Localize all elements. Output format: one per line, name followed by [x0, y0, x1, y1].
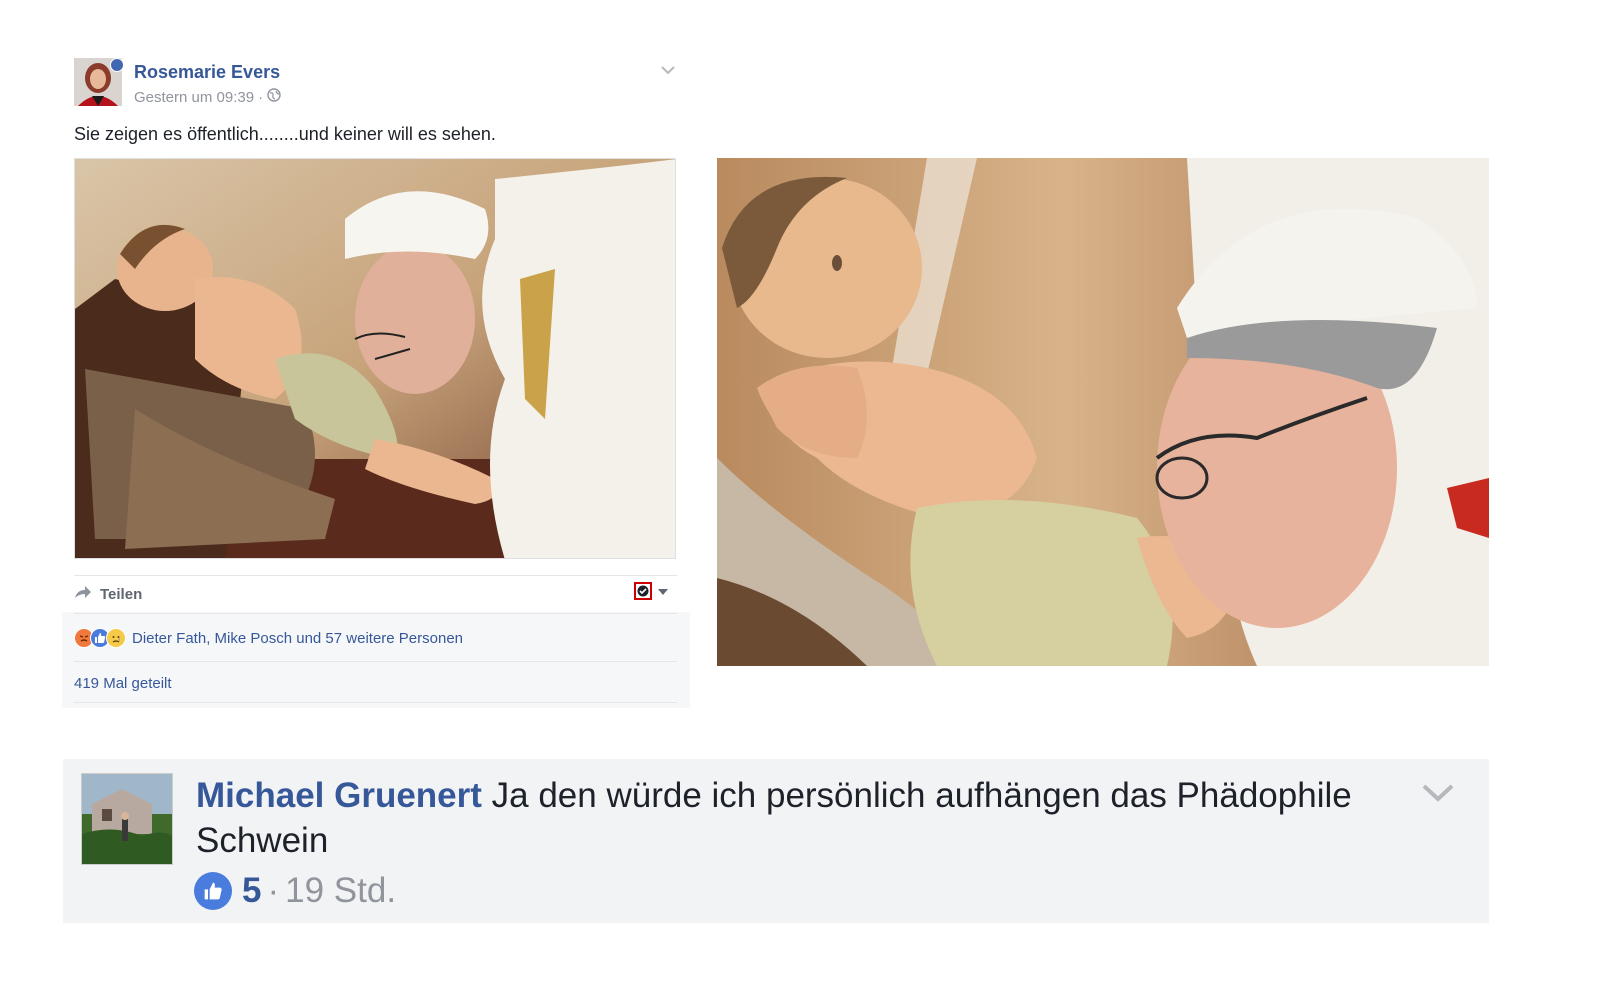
comment-meta: 5 · 19 Std.	[194, 871, 396, 911]
post-timestamp[interactable]: Gestern um 09:39	[134, 89, 254, 106]
audience-selector[interactable]	[634, 582, 668, 600]
comment-time[interactable]: 19 Std.	[285, 871, 396, 911]
post-image[interactable]	[74, 158, 676, 559]
reactions-summary[interactable]: Dieter Fath, Mike Posch und 57 weitere P…	[74, 628, 463, 648]
share-label: Teilen	[100, 585, 143, 603]
globe-icon	[267, 88, 281, 106]
reaction-names[interactable]: Dieter Fath, Mike Posch und 57 weitere P…	[132, 630, 463, 647]
checkmark-icon	[634, 582, 652, 600]
shares-count[interactable]: 419 Mal geteilt	[74, 675, 172, 692]
facebook-post: Rosemarie Evers Gestern um 09:39 · Sie z…	[62, 40, 690, 708]
post-author-name[interactable]: Rosemarie Evers	[134, 62, 280, 83]
closeup-photo	[717, 158, 1489, 666]
divider-top	[74, 575, 677, 576]
sad-reaction-icon	[106, 628, 126, 648]
profile-badge-icon	[110, 58, 124, 72]
post-footer-background	[62, 612, 690, 708]
commenter-name[interactable]: Michael Gruenert	[196, 776, 482, 815]
reaction-icons	[74, 628, 126, 648]
caret-down-icon	[658, 582, 668, 600]
post-text: Sie zeigen es öffentlich........und kein…	[74, 124, 496, 144]
comment: Michael Gruenert Ja den würde ich persön…	[63, 759, 1489, 923]
post-meta: Gestern um 09:39 ·	[134, 88, 281, 106]
share-button[interactable]: Teilen	[74, 585, 142, 603]
meta-separator: ·	[258, 88, 264, 106]
like-icon	[194, 872, 232, 910]
comment-body: Michael Gruenert Ja den würde ich persön…	[196, 773, 1376, 863]
divider-end	[74, 702, 677, 703]
comment-like-count[interactable]: 5	[242, 871, 261, 911]
divider-middle	[74, 613, 677, 614]
comment-separator: ·	[267, 871, 280, 910]
comment-options-chevron-icon[interactable]	[1421, 783, 1455, 808]
post-options-chevron-icon[interactable]	[660, 62, 676, 80]
commenter-avatar[interactable]	[81, 773, 173, 865]
share-arrow-icon	[74, 585, 92, 603]
divider-bottom	[74, 661, 677, 662]
